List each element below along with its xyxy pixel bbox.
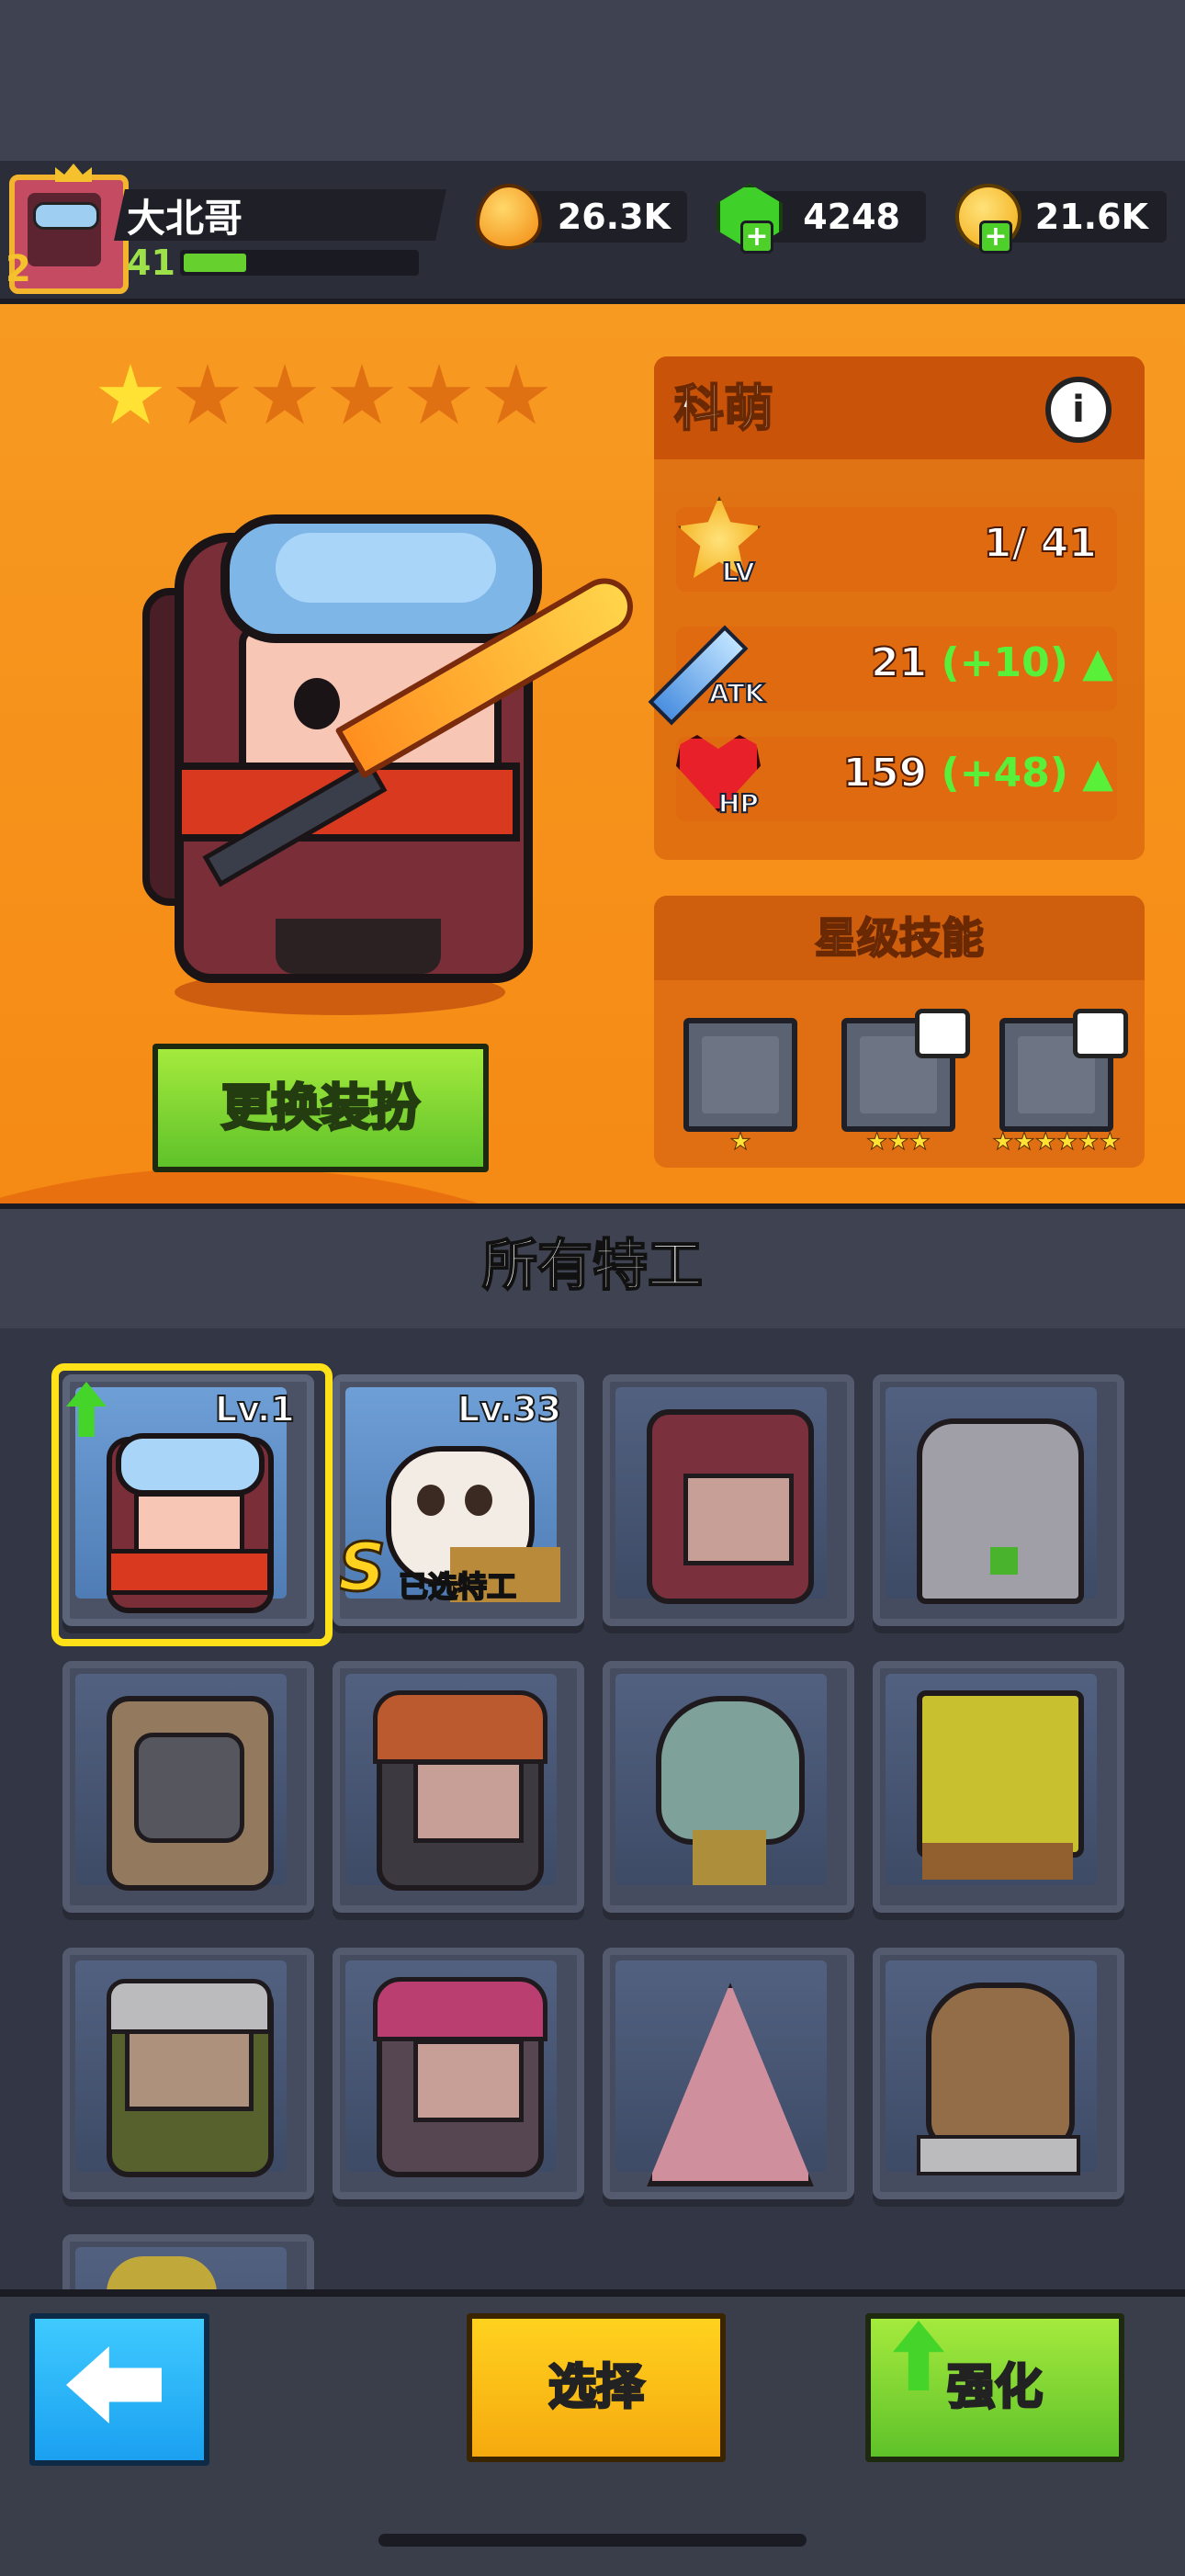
redhead-hair	[373, 1690, 547, 1764]
upgrade-button[interactable]: 强化	[865, 2313, 1124, 2462]
skill-2-stars: ★★★	[866, 1128, 931, 1157]
player-rank: 2	[6, 248, 31, 290]
roster-title: 所有特工	[481, 1233, 704, 1299]
squidward-portrait	[656, 1696, 805, 1845]
skill-1-stars: ★	[729, 1128, 751, 1157]
gem-value: 4248	[803, 197, 900, 237]
soldier-hair	[107, 1979, 272, 2034]
pink-hair-face	[413, 2039, 524, 2122]
agent-card-soldier[interactable]	[62, 1948, 314, 2199]
stat-key-hp: HP	[717, 787, 760, 819]
change-outfit-button[interactable]: 更换装扮	[152, 1044, 489, 1172]
attack-value-text: 21	[870, 638, 942, 687]
agent-card-panda[interactable]: Lv.33 S 已选特工	[333, 1374, 584, 1626]
hero-ground	[0, 1168, 735, 1203]
skill-3-stars: ★★★★★★	[992, 1128, 1122, 1157]
lock-icon	[1073, 1009, 1128, 1058]
agent-card-pink-hair[interactable]	[333, 1948, 584, 2199]
selection-frame	[51, 1363, 333, 1646]
robot-mask	[134, 1733, 244, 1843]
avatar-goggle	[33, 202, 99, 230]
select-label: 选择	[547, 2359, 645, 2417]
red-girl-face	[683, 1474, 794, 1565]
hp-value-text: 159	[841, 749, 942, 797]
card-level: Lv.33	[457, 1388, 562, 1430]
character-eye	[294, 678, 340, 729]
hp-value: 159 (+48) ▲	[827, 749, 1113, 797]
sandy-suit	[917, 2135, 1080, 2175]
selected-agent-tag: 已选特工	[398, 1568, 517, 1605]
pink-hair	[373, 1977, 547, 2041]
select-button[interactable]: 选择	[467, 2313, 726, 2462]
redhead-face	[413, 1760, 524, 1843]
info-icon[interactable]: i	[1045, 377, 1112, 443]
lock-icon	[915, 1009, 970, 1058]
up-arrow-icon: ▲	[1067, 750, 1113, 797]
up-arrow-icon: ▲	[1067, 639, 1113, 686]
panda-eye	[417, 1485, 445, 1516]
goggle-lens	[276, 533, 496, 603]
level-value-text: 1/ 41	[983, 519, 1098, 568]
player-name: 大北哥	[127, 196, 243, 241]
sword-skill-icon	[702, 1036, 779, 1113]
spongebob-pants	[922, 1843, 1073, 1880]
star-skills-title: 星级技能	[814, 912, 985, 964]
stat-key-lv: LV	[721, 556, 756, 588]
agent-card-red-girl[interactable]	[603, 1374, 854, 1626]
stat-key-atk: ATK	[708, 677, 765, 709]
cat-portrait	[917, 1418, 1084, 1604]
agent-card-redhead[interactable]	[333, 1661, 584, 1913]
level-value: 1/ 41	[882, 519, 1098, 568]
agent-card-sandy[interactable]	[873, 1948, 1124, 2199]
s-rank-badge: S	[338, 1528, 387, 1608]
cat-plus-icon	[990, 1547, 1018, 1575]
spongebob-portrait	[917, 1690, 1084, 1858]
sandy-portrait	[926, 1983, 1075, 2150]
agent-card-cat[interactable]	[873, 1374, 1124, 1626]
character-legs	[276, 919, 441, 974]
agent-card-robot[interactable]	[62, 1661, 314, 1913]
energy-value: 26.3K	[557, 197, 671, 237]
agent-card-spongebob[interactable]	[873, 1661, 1124, 1913]
agent-card-patrick[interactable]	[603, 1948, 854, 2199]
squidward-shirt	[693, 1830, 766, 1885]
xp-bar-fill	[184, 254, 246, 272]
player-level: 41	[127, 243, 175, 283]
hero-name: 科萌	[673, 378, 774, 438]
status-bar-area	[0, 0, 1185, 161]
change-outfit-label: 更换装扮	[220, 1078, 422, 1138]
attack-bonus: (+10)	[941, 639, 1068, 686]
panda-eye	[465, 1485, 492, 1516]
home-indicator[interactable]	[378, 2534, 807, 2547]
attack-value: 21 (+10) ▲	[827, 638, 1113, 687]
agent-card-squidward[interactable]	[603, 1661, 854, 1913]
hp-bonus: (+48)	[941, 750, 1068, 797]
coin-value: 21.6K	[1034, 197, 1148, 237]
